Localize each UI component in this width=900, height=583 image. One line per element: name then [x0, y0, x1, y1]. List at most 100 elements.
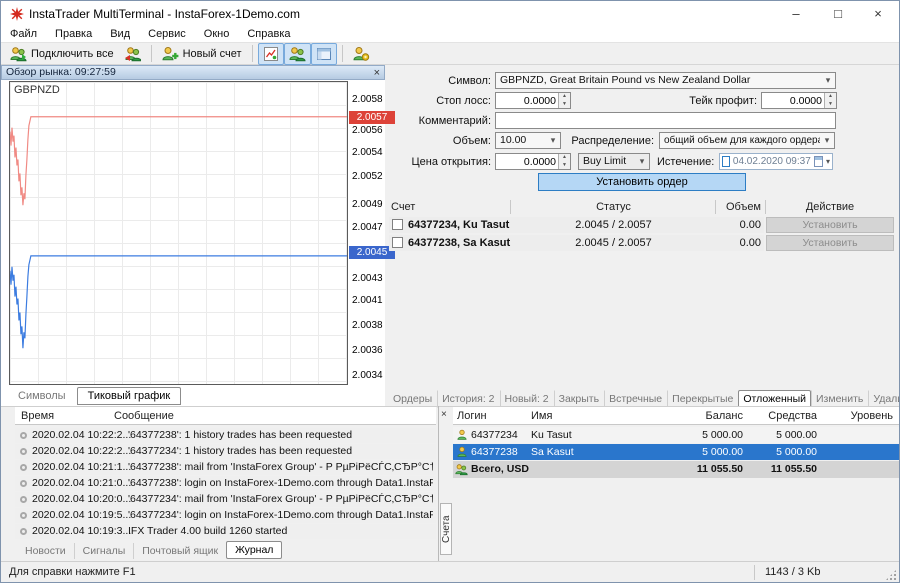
calendar-icon[interactable]: [814, 156, 823, 167]
journal-message: '64377238': 1 history trades has been re…: [128, 428, 433, 443]
menu-window[interactable]: Окно: [195, 27, 239, 42]
tab-signals[interactable]: Сигналы: [74, 543, 134, 559]
open-price-input[interactable]: [496, 154, 558, 169]
tab-journal[interactable]: Журнал: [226, 541, 282, 559]
menu-service[interactable]: Сервис: [139, 27, 195, 42]
axis-tick: 2.0043: [352, 273, 396, 285]
accounts-col-name: Имя: [531, 407, 552, 425]
terminal-window-icon: [316, 46, 332, 62]
distribution-value: общий объем для каждого ордера: [660, 133, 820, 148]
tab-mailbox[interactable]: Почтовый ящик: [133, 543, 226, 559]
menu-file[interactable]: Файл: [1, 27, 46, 42]
accounts-side-strip: × Счета: [439, 407, 453, 561]
journal-message: '64377238': login on InstaForex-1Demo.co…: [128, 476, 433, 491]
chevron-down-icon: ▾: [635, 156, 649, 167]
status-help-text: Для справки нажмите F1: [9, 562, 136, 583]
tab-tick-chart[interactable]: Тиковый график: [77, 387, 182, 405]
menu-help[interactable]: Справка: [238, 27, 299, 42]
total-label: Всего, USD: [471, 461, 529, 478]
account-row-selected[interactable]: 64377238 Sa Kasut 5 000.00 5 000.00: [453, 444, 899, 460]
status-divider: [754, 565, 755, 580]
account-funds: 5 000.00: [747, 427, 817, 443]
volume-value: 10.00: [496, 133, 546, 148]
place-order-button[interactable]: Установить ордер: [538, 173, 746, 191]
disconnect-all-button[interactable]: [119, 43, 146, 65]
close-button[interactable]: ×: [859, 1, 897, 27]
spin-buttons[interactable]: ▲ ▼: [824, 93, 836, 108]
volume-select[interactable]: 10.00 ▾: [495, 132, 561, 149]
order-row-checkbox[interactable]: [392, 219, 403, 230]
journal-message: '64377234': 1 history trades has been re…: [128, 444, 433, 459]
symbol-select[interactable]: GBPNZD, Great Britain Pound vs New Zeala…: [495, 72, 836, 89]
chevron-down-icon: ▾: [820, 135, 834, 146]
expiry-control[interactable]: 04.02.2020 09:37 ▾: [719, 153, 833, 170]
spin-down-icon: ▼: [559, 101, 570, 109]
market-watch-caption-text: Обзор рынка: 09:27:59: [6, 66, 116, 78]
spin-down-icon: ▼: [559, 162, 570, 170]
volume-label: Объем:: [387, 133, 491, 150]
market-watch-tabs: Символы Тиковый график: [7, 387, 181, 405]
spin-buttons[interactable]: ▲ ▼: [558, 154, 570, 169]
order-col-account: Счет: [391, 199, 415, 215]
comment-field-box: [495, 112, 836, 129]
axis-tick: 2.0052: [352, 171, 396, 183]
comment-input[interactable]: [496, 113, 835, 128]
distribution-label: Распределение:: [556, 133, 654, 150]
take-profit-input[interactable]: [762, 93, 824, 108]
account-row[interactable]: 64377234 Ku Tasut 5 000.00 5 000.00: [453, 427, 899, 443]
spin-up-icon: ▲: [825, 93, 836, 101]
maximize-button[interactable]: □: [819, 1, 857, 27]
distribution-select[interactable]: общий объем для каждого ордера ▾: [659, 132, 835, 149]
expiry-value: 04.02.2020 09:37: [733, 156, 811, 167]
terminal-toggle-button[interactable]: [311, 43, 337, 65]
accounts-toggle-button[interactable]: [284, 43, 311, 65]
accounts-col-funds: Средства: [747, 407, 817, 425]
new-account-button[interactable]: Новый счет: [157, 43, 247, 65]
set-order-row-button[interactable]: Установить: [766, 217, 894, 233]
stop-loss-input[interactable]: [496, 93, 558, 108]
set-order-row-button[interactable]: Установить: [766, 235, 894, 251]
take-profit-stepper[interactable]: ▲ ▼: [761, 92, 837, 109]
order-row-volume: 0.00: [703, 235, 761, 251]
account-login: 64377238: [471, 444, 518, 460]
ask-line: [10, 117, 347, 205]
account-icon: [456, 446, 468, 458]
expiry-checkbox[interactable]: [722, 156, 730, 167]
journal-time: 2020.02.04 10:22:2...: [32, 428, 136, 443]
accounts-close-icon[interactable]: ×: [441, 409, 447, 420]
market-watch-close-icon[interactable]: ×: [374, 67, 380, 80]
journal-row: 2020.02.04 10:22:2... '64377238': 1 hist…: [15, 428, 436, 443]
log-entry-icon: [20, 512, 27, 519]
stop-loss-stepper[interactable]: ▲ ▼: [495, 92, 571, 109]
accounts-header: Логин Имя Баланс Средства Уровень: [453, 407, 899, 425]
chevron-down-icon: ▾: [821, 75, 835, 86]
tick-chart-plot[interactable]: [9, 81, 348, 385]
accounts-col-login: Логин: [457, 407, 487, 425]
menu-view[interactable]: Вид: [101, 27, 139, 42]
accounts-vertical-tab[interactable]: Счета: [440, 503, 452, 555]
chart-symbol-label: GBPNZD: [14, 84, 60, 96]
account-name: Ku Tasut: [531, 427, 572, 443]
tab-news[interactable]: Новости: [17, 543, 74, 559]
order-type-select[interactable]: Buy Limit ▾: [578, 153, 650, 170]
column-divider: [715, 200, 716, 214]
market-watch-caption: Обзор рынка: 09:27:59 ×: [1, 65, 385, 80]
tab-symbols[interactable]: Символы: [7, 387, 77, 405]
market-watch-toggle-button[interactable]: [258, 43, 284, 65]
accounts-group-icon: [455, 463, 468, 476]
order-row-checkbox[interactable]: [392, 237, 403, 248]
menu-edit[interactable]: Правка: [46, 27, 101, 42]
log-entry-icon: [20, 464, 27, 471]
account-settings-button[interactable]: [348, 43, 375, 65]
order-row-volume: 0.00: [703, 217, 761, 233]
spin-buttons[interactable]: ▲ ▼: [558, 93, 570, 108]
open-price-stepper[interactable]: ▲ ▼: [495, 153, 571, 170]
minimize-button[interactable]: –: [777, 1, 815, 27]
accounts-col-balance: Баланс: [673, 407, 743, 425]
axis-tick: 2.0036: [352, 345, 396, 357]
resize-grip[interactable]: [885, 569, 897, 581]
log-entry-icon: [20, 432, 27, 439]
accounts-icon: [289, 46, 306, 62]
journal-time: 2020.02.04 10:20:0...: [32, 492, 136, 507]
connect-all-button[interactable]: Подключить все: [5, 43, 119, 65]
